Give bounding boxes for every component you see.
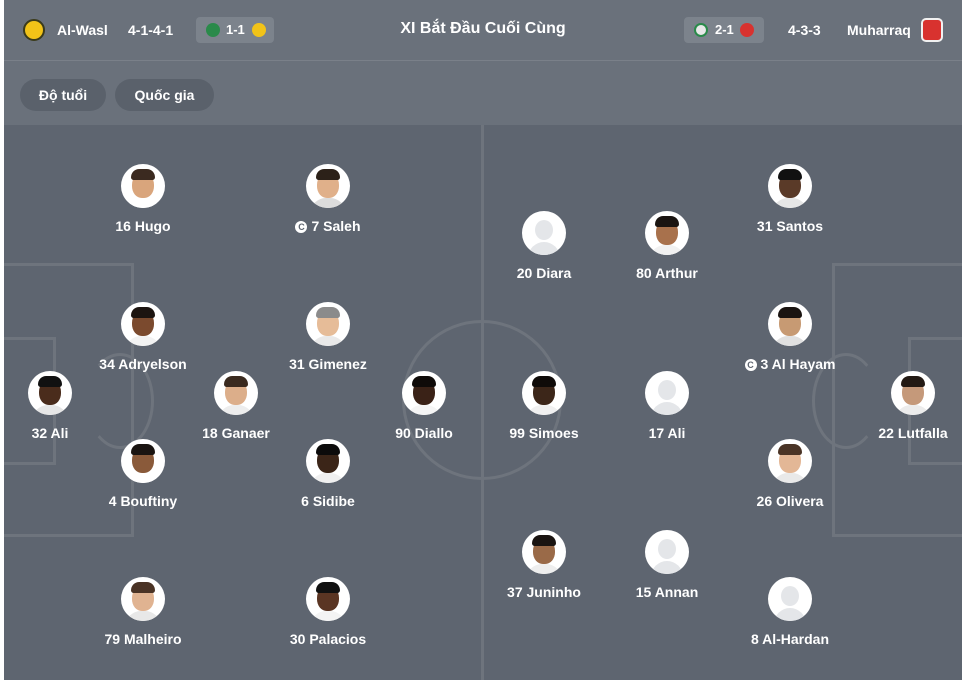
away-player[interactable]: 80 Arthur [597,211,737,282]
away-last-score: 2-1 [715,22,734,37]
player-photo[interactable] [768,302,812,346]
player-photo[interactable] [645,371,689,415]
player-name[interactable]: 15 Annan [597,583,737,601]
player-name[interactable]: 4 Bouftiny [73,492,213,510]
player-label: 80 Arthur [636,265,698,281]
player-photo[interactable] [645,530,689,574]
player-label: 20 Diara [516,265,572,281]
player-photo[interactable] [214,371,258,415]
player-label: 26 Olivera [756,493,824,509]
away-player[interactable]: 99 Simoes [474,371,614,442]
player-name[interactable]: C3 Al Hayam [720,355,860,373]
player-name[interactable]: 30 Palacios [258,630,398,648]
away-last-match-badge[interactable]: 2-1 [684,17,764,43]
player-name[interactable]: 17 Ali [597,424,737,442]
home-player[interactable]: 90 Diallo [354,371,494,442]
player-photo[interactable] [522,530,566,574]
player-name[interactable]: 37 Juninho [474,583,614,601]
player-label: 3 Al Hayam [760,356,836,372]
opponent-crest-icon [694,23,708,37]
age-filter-button[interactable]: Độ tuổi [20,79,106,111]
home-player[interactable]: 4 Bouftiny [73,439,213,510]
home-player[interactable]: C7 Saleh [258,164,398,235]
lineup-filters: Độ tuổi Quốc gia [4,61,962,125]
player-name[interactable]: 6 Sidibe [258,492,398,510]
lineup-panel: Al-Wasl 4-1-4-1 1-1 XI Bắt Đầu Cuối Cùng… [4,0,962,680]
player-name[interactable]: 80 Arthur [597,264,737,282]
player-photo[interactable] [28,371,72,415]
player-name[interactable]: 16 Hugo [73,217,213,235]
home-player[interactable]: 16 Hugo [73,164,213,235]
player-photo[interactable] [768,577,812,621]
player-name[interactable]: 22 Lutfalla [843,424,962,442]
player-photo[interactable] [768,164,812,208]
home-player[interactable]: 30 Palacios [258,577,398,648]
captain-icon: C [295,221,308,233]
player-photo[interactable] [306,164,350,208]
away-player[interactable]: 22 Lutfalla [843,371,962,442]
player-photo[interactable] [121,577,165,621]
player-label: 15 Annan [635,584,699,600]
away-player[interactable]: 26 Olivera [720,439,860,510]
away-player[interactable]: 20 Diara [474,211,614,282]
player-label: 34 Adryelson [99,356,187,372]
player-photo[interactable] [121,439,165,483]
player-label: 31 Santos [756,218,824,234]
player-photo[interactable] [891,371,935,415]
player-photo[interactable] [402,371,446,415]
player-photo[interactable] [121,302,165,346]
home-player[interactable]: 18 Ganaer [166,371,306,442]
player-name[interactable]: 8 Al-Hardan [720,630,860,648]
player-label: 32 Ali [31,425,69,441]
player-photo[interactable] [522,211,566,255]
away-formation: 4-3-3 [788,22,821,38]
player-photo[interactable] [306,439,350,483]
player-label: 16 Hugo [115,218,171,234]
away-player[interactable]: C3 Al Hayam [720,302,860,373]
player-label: 37 Juninho [507,584,581,600]
home-player[interactable]: 6 Sidibe [258,439,398,510]
away-player[interactable]: 15 Annan [597,530,737,601]
home-player[interactable]: 34 Adryelson [73,302,213,373]
muharraq-mini-crest-icon [740,23,754,37]
player-name[interactable]: 79 Malheiro [73,630,213,648]
player-photo[interactable] [306,577,350,621]
player-name[interactable]: 31 Santos [720,217,860,235]
away-player[interactable]: 8 Al-Hardan [720,577,860,648]
player-label: 8 Al-Hardan [750,631,830,647]
player-label: 31 Gimenez [289,356,367,372]
home-player[interactable]: 32 Ali [4,371,120,442]
player-label: 90 Diallo [395,425,453,441]
player-label: 7 Saleh [311,218,361,234]
muharraq-crest-icon[interactable] [921,18,943,42]
player-label: 30 Palacios [289,631,367,647]
player-photo[interactable] [645,211,689,255]
lineup-header: Al-Wasl 4-1-4-1 1-1 XI Bắt Đầu Cuối Cùng… [4,0,962,61]
player-name[interactable]: 26 Olivera [720,492,860,510]
away-player[interactable]: 17 Ali [597,371,737,442]
away-team-name[interactable]: Muharraq [847,21,911,39]
player-photo[interactable] [306,302,350,346]
player-photo[interactable] [121,164,165,208]
home-player[interactable]: 31 Gimenez [258,302,398,373]
player-label: 79 Malheiro [104,631,182,647]
pitch: 16 Hugo C 7 Saleh 34 Adryelson 31 Gimenez 32 … [4,125,962,680]
player-name[interactable]: 20 Diara [474,264,614,282]
player-label: 22 Lutfalla [878,425,948,441]
player-photo[interactable] [522,371,566,415]
player-name[interactable]: 99 Simoes [474,424,614,442]
player-label: 99 Simoes [509,425,579,441]
player-name[interactable]: C7 Saleh [258,217,398,235]
player-label: 17 Ali [648,425,686,441]
home-player[interactable]: 79 Malheiro [73,577,213,648]
player-label: 6 Sidibe [301,493,355,509]
away-player[interactable]: 37 Juninho [474,530,614,601]
nationality-filter-button[interactable]: Quốc gia [115,79,214,111]
player-label: 4 Bouftiny [108,493,178,509]
captain-icon: C [744,359,757,371]
away-player[interactable]: 31 Santos [720,164,860,235]
player-photo[interactable] [768,439,812,483]
